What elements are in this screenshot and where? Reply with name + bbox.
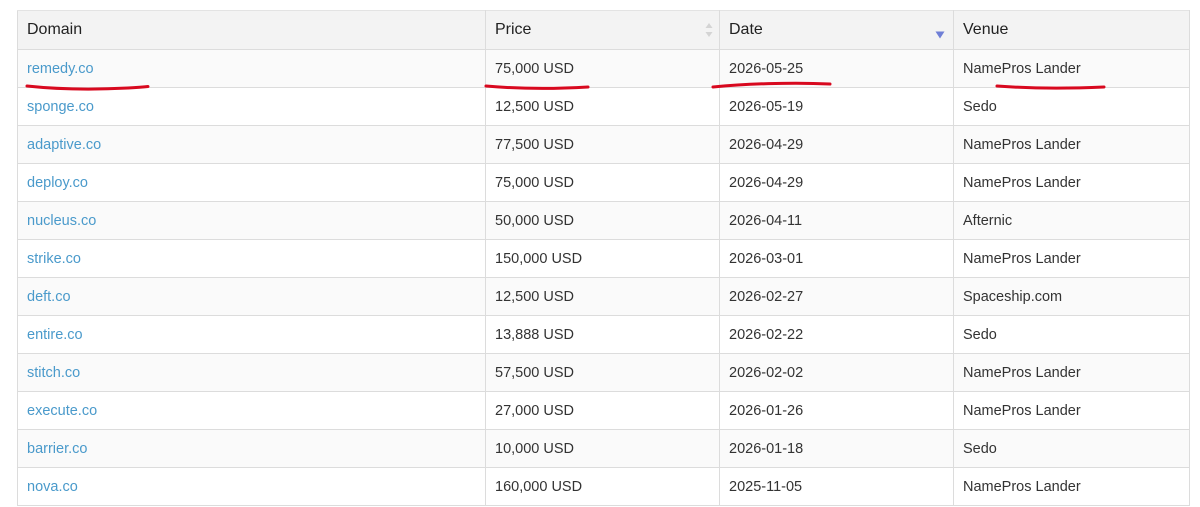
cell-domain: entire.co bbox=[17, 315, 486, 354]
cell-venue: Sedo bbox=[953, 315, 1190, 354]
cell-domain: execute.co bbox=[17, 391, 486, 430]
domain-link[interactable]: deploy.co bbox=[27, 175, 88, 191]
cell-venue: Spaceship.com bbox=[953, 277, 1190, 316]
sort-descending-icon[interactable] bbox=[935, 31, 945, 39]
cell-domain: nucleus.co bbox=[17, 201, 486, 240]
table-row: nova.co 160,000 USD 2025-11-05 NamePros Lan… bbox=[17, 467, 1190, 506]
cell-date: 2026-03-01 bbox=[719, 239, 954, 278]
domain-link[interactable]: stitch.co bbox=[27, 365, 80, 381]
cell-venue: NamePros Lander bbox=[953, 467, 1190, 506]
cell-price: 13,888 USD bbox=[485, 315, 720, 354]
column-header-venue[interactable]: Venue bbox=[953, 10, 1190, 50]
cell-venue: NamePros Lander bbox=[953, 163, 1190, 202]
cell-price: 27,000 USD bbox=[485, 391, 720, 430]
table-row: entire.co 13,888 USD 2026-02-22 Sedo bbox=[17, 315, 1190, 354]
cell-domain: barrier.co bbox=[17, 429, 486, 468]
cell-date: 2026-02-22 bbox=[719, 315, 954, 354]
sales-table-container: Domain Price Date Venue remedy.co 75,000… bbox=[17, 10, 1190, 506]
domain-link[interactable]: remedy.co bbox=[27, 61, 94, 77]
cell-price: 12,500 USD bbox=[485, 87, 720, 126]
sort-unsorted-icon[interactable] bbox=[705, 22, 713, 38]
sales-table: Domain Price Date Venue remedy.co 75,000… bbox=[17, 10, 1190, 506]
table-row: adaptive.co 77,500 USD 2026-04-29 NamePros … bbox=[17, 125, 1190, 164]
table-row: sponge.co 12,500 USD 2026-05-19 Sedo bbox=[17, 87, 1190, 126]
table-body: remedy.co 75,000 USD 2026-05-25 NamePros La… bbox=[17, 49, 1190, 506]
domain-link[interactable]: strike.co bbox=[27, 251, 81, 267]
domain-link[interactable]: entire.co bbox=[27, 327, 83, 343]
domain-link[interactable]: nova.co bbox=[27, 479, 78, 495]
cell-domain: strike.co bbox=[17, 239, 486, 278]
domain-link[interactable]: execute.co bbox=[27, 403, 97, 419]
cell-domain: nova.co bbox=[17, 467, 486, 506]
cell-price: 75,000 USD bbox=[485, 49, 720, 88]
cell-domain: adaptive.co bbox=[17, 125, 486, 164]
cell-venue: Afternic bbox=[953, 201, 1190, 240]
cell-date: 2026-05-19 bbox=[719, 87, 954, 126]
cell-price: 150,000 USD bbox=[485, 239, 720, 278]
cell-date: 2026-02-27 bbox=[719, 277, 954, 316]
cell-price: 160,000 USD bbox=[485, 467, 720, 506]
cell-venue: NamePros Lander bbox=[953, 391, 1190, 430]
cell-price: 57,500 USD bbox=[485, 353, 720, 392]
cell-date: 2026-04-29 bbox=[719, 163, 954, 202]
cell-venue: NamePros Lander bbox=[953, 125, 1190, 164]
domain-link[interactable]: barrier.co bbox=[27, 441, 87, 457]
cell-domain: stitch.co bbox=[17, 353, 486, 392]
cell-domain: deft.co bbox=[17, 277, 486, 316]
table-row: deploy.co 75,000 USD 2026-04-29 NamePros La… bbox=[17, 163, 1190, 202]
cell-price: 12,500 USD bbox=[485, 277, 720, 316]
cell-date: 2026-02-02 bbox=[719, 353, 954, 392]
column-header-label: Venue bbox=[963, 21, 1009, 38]
cell-domain: deploy.co bbox=[17, 163, 486, 202]
domain-link[interactable]: sponge.co bbox=[27, 99, 94, 115]
cell-date: 2026-05-25 bbox=[719, 49, 954, 88]
cell-venue: NamePros Lander bbox=[953, 49, 1190, 88]
cell-price: 75,000 USD bbox=[485, 163, 720, 202]
cell-price: 50,000 USD bbox=[485, 201, 720, 240]
table-row: stitch.co 57,500 USD 2026-02-02 NamePros La… bbox=[17, 353, 1190, 392]
column-header-domain[interactable]: Domain bbox=[17, 10, 486, 50]
cell-date: 2026-04-11 bbox=[719, 201, 954, 240]
cell-venue: NamePros Lander bbox=[953, 239, 1190, 278]
cell-price: 77,500 USD bbox=[485, 125, 720, 164]
cell-venue: Sedo bbox=[953, 87, 1190, 126]
table-row: barrier.co 10,000 USD 2026-01-18 Sedo bbox=[17, 429, 1190, 468]
table-row: execute.co 27,000 USD 2026-01-26 NamePros L… bbox=[17, 391, 1190, 430]
cell-domain: remedy.co bbox=[17, 49, 486, 88]
domain-link[interactable]: adaptive.co bbox=[27, 137, 101, 153]
domain-link[interactable]: deft.co bbox=[27, 289, 71, 305]
cell-domain: sponge.co bbox=[17, 87, 486, 126]
cell-venue: NamePros Lander bbox=[953, 353, 1190, 392]
table-header-row: Domain Price Date Venue bbox=[17, 10, 1190, 50]
column-header-label: Price bbox=[495, 21, 532, 38]
table-row: strike.co 150,000 USD 2026-03-01 NamePros L… bbox=[17, 239, 1190, 278]
table-row: nucleus.co 50,000 USD 2026-04-11 Afternic bbox=[17, 201, 1190, 240]
cell-date: 2026-01-18 bbox=[719, 429, 954, 468]
column-header-date[interactable]: Date bbox=[719, 10, 954, 50]
column-header-label: Date bbox=[729, 21, 763, 38]
cell-date: 2026-04-29 bbox=[719, 125, 954, 164]
cell-date: 2026-01-26 bbox=[719, 391, 954, 430]
column-header-price[interactable]: Price bbox=[485, 10, 720, 50]
domain-link[interactable]: nucleus.co bbox=[27, 213, 96, 229]
cell-venue: Sedo bbox=[953, 429, 1190, 468]
cell-price: 10,000 USD bbox=[485, 429, 720, 468]
table-row: remedy.co 75,000 USD 2026-05-25 NamePros La… bbox=[17, 49, 1190, 88]
column-header-label: Domain bbox=[27, 21, 83, 38]
table-row: deft.co 12,500 USD 2026-02-27 Spaceship.com bbox=[17, 277, 1190, 316]
cell-date: 2025-11-05 bbox=[719, 467, 954, 506]
